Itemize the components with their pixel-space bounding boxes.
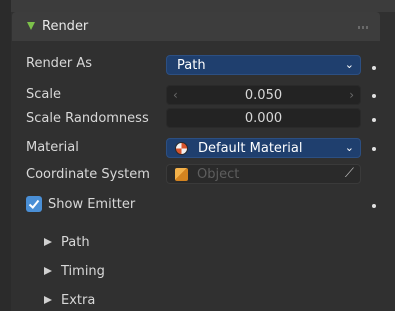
- render-panel-header[interactable]: Render: [12, 12, 380, 41]
- subpanel-path[interactable]: Path: [44, 235, 90, 250]
- checkmark-icon: [28, 199, 40, 209]
- subpanel-label: Timing: [61, 264, 105, 279]
- material-icon: [175, 142, 188, 155]
- material-dropdown[interactable]: Default Material ⌄: [166, 138, 361, 158]
- material-label: Material: [26, 140, 79, 155]
- eyedropper-icon[interactable]: ⟋: [345, 166, 354, 181]
- keyframe-dot-icon[interactable]: [372, 204, 376, 208]
- render-as-value: Path: [177, 58, 206, 73]
- show-emitter-checkbox[interactable]: [26, 196, 42, 212]
- object-cube-icon: [175, 168, 188, 181]
- editor-left-strip: [0, 0, 11, 311]
- scale-randomness-label: Scale Randomness: [26, 111, 149, 126]
- subpanel-timing[interactable]: Timing: [44, 264, 105, 279]
- keyframe-dot-icon[interactable]: [372, 147, 376, 151]
- keyframe-dot-icon[interactable]: [372, 66, 376, 70]
- chevron-down-icon: ⌄: [344, 141, 354, 154]
- subpanel-extra[interactable]: Extra: [44, 293, 95, 308]
- coordinate-system-placeholder: Object: [197, 167, 240, 182]
- collapsed-triangle-icon: [44, 238, 52, 246]
- scale-field[interactable]: ‹ 0.050 ›: [166, 85, 361, 105]
- scale-value: 0.050: [244, 88, 283, 103]
- keyframe-dot-icon[interactable]: [372, 118, 376, 122]
- scale-label: Scale: [26, 87, 61, 102]
- coordinate-system-field[interactable]: Object ⟋: [166, 164, 361, 184]
- show-emitter-label: Show Emitter: [48, 197, 136, 212]
- panel-title: Render: [42, 19, 89, 34]
- collapsed-triangle-icon: [44, 296, 52, 304]
- scale-randomness-field[interactable]: 0.000: [166, 108, 361, 128]
- subpanel-label: Path: [61, 235, 90, 250]
- drag-grip-icon[interactable]: [358, 26, 370, 29]
- coordinate-system-label: Coordinate System: [26, 167, 150, 182]
- increment-arrow-icon[interactable]: ›: [349, 88, 354, 102]
- keyframe-dot-icon[interactable]: [372, 94, 376, 98]
- collapsed-triangle-icon: [44, 267, 52, 275]
- render-as-dropdown[interactable]: Path ⌄: [166, 55, 361, 75]
- chevron-down-icon: ⌄: [344, 58, 354, 71]
- render-as-label: Render As: [26, 56, 93, 71]
- material-value: Default Material: [198, 141, 303, 156]
- expand-triangle-icon[interactable]: [27, 22, 35, 30]
- subpanel-label: Extra: [61, 293, 96, 308]
- scale-randomness-value: 0.000: [244, 111, 283, 126]
